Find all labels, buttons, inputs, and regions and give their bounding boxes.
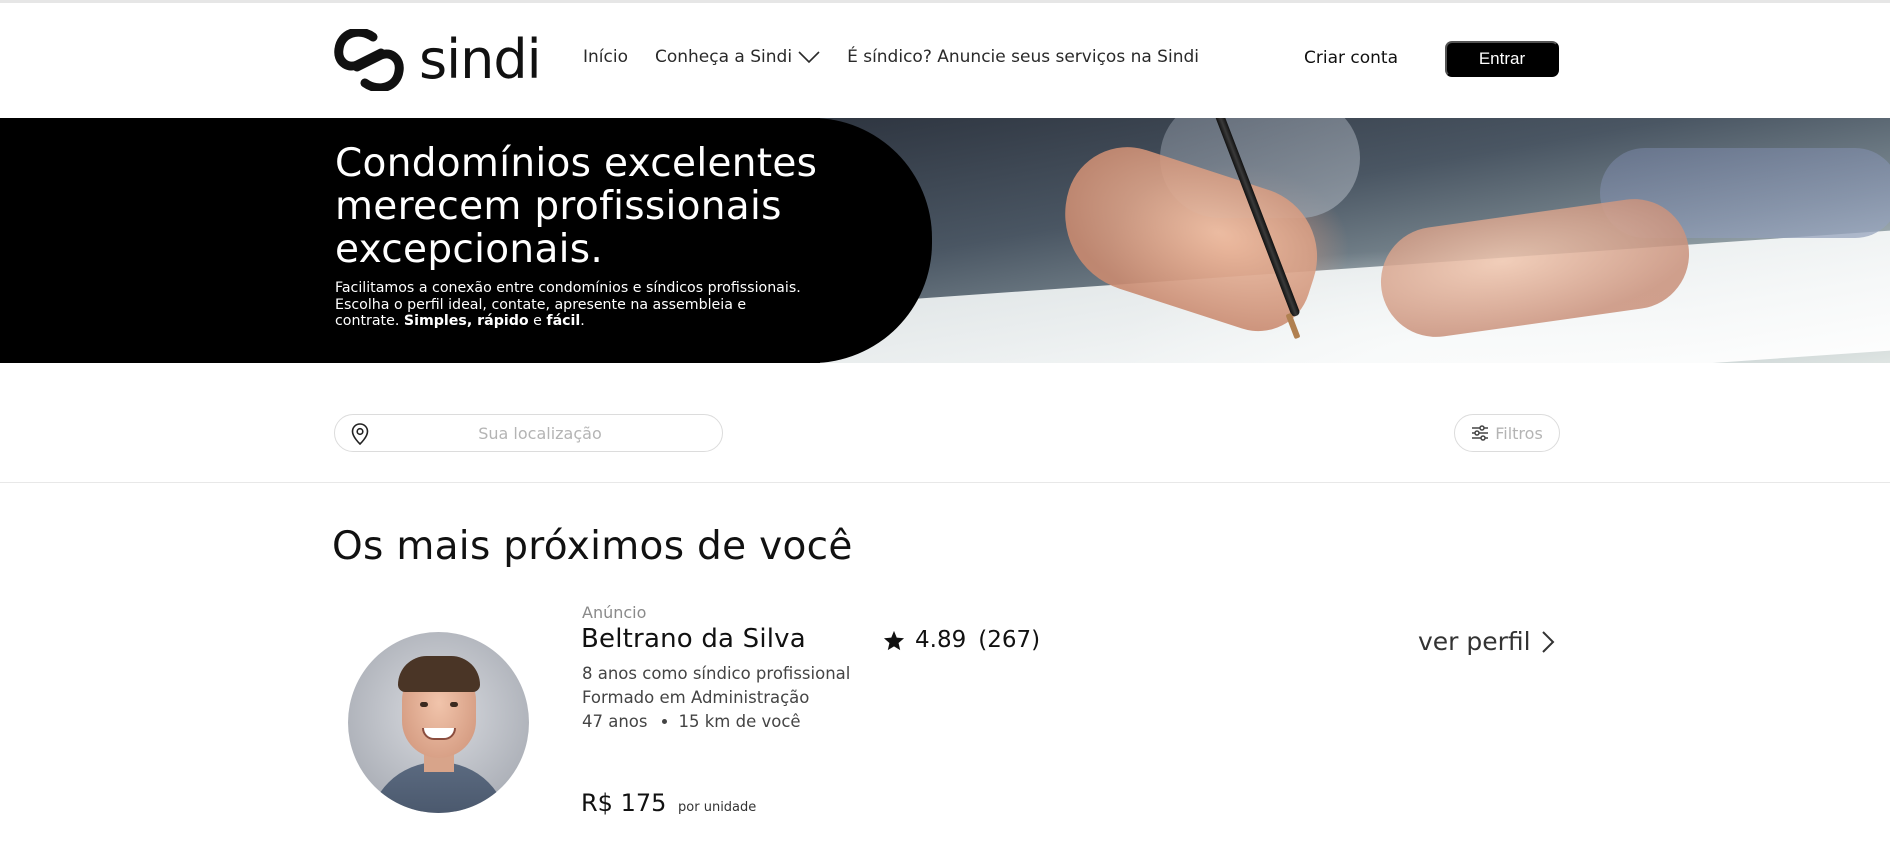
price-unit: por unidade (678, 800, 757, 815)
view-profile-label: ver perfil (1418, 627, 1531, 656)
hero-image-hands-signing (820, 118, 1890, 363)
chevron-right-icon (1541, 630, 1555, 653)
age-distance-row: 47 anos 15 km de você (582, 712, 801, 731)
star-icon (883, 630, 905, 650)
location-input[interactable] (375, 421, 705, 445)
distance-text: 15 km de você (678, 712, 801, 731)
age-text: 47 anos (582, 712, 648, 731)
view-profile-link[interactable]: ver perfil (1418, 627, 1555, 656)
location-pin-icon (351, 423, 369, 445)
education-text: Formado em Administração (582, 688, 810, 707)
nav-conheca-label: Conheça a Sindi (654, 47, 793, 67)
filters-label: Filtros (1495, 423, 1543, 443)
ad-tag: Anúncio (582, 603, 647, 622)
sindi-logo-icon (334, 29, 404, 91)
filters-button[interactable]: Filtros (1454, 414, 1560, 452)
hero-title: Condomínios excelentes merecem profissio… (335, 141, 818, 272)
rating-value: 4.89 (915, 627, 967, 653)
price-value: R$ 175 (581, 789, 667, 817)
separator-dot (661, 718, 667, 724)
nav-conheca-dropdown[interactable]: Conheça a Sindi (655, 47, 820, 67)
hero-subtitle: Facilitamos a conexão entre condomínios … (335, 280, 801, 329)
experience-text: 8 anos como síndico profissional (582, 664, 851, 683)
profile-avatar[interactable] (348, 632, 529, 813)
brand-name: sindi (419, 28, 542, 91)
review-count: (267) (978, 627, 1041, 653)
section-title: Os mais próximos de você (332, 524, 853, 569)
price: R$ 175 por unidade (581, 789, 756, 817)
rating: 4.89 (267) (883, 627, 1040, 653)
create-account-link[interactable]: Criar conta (1304, 48, 1398, 68)
section-divider (0, 482, 1890, 483)
main-nav: Início Conheça a Sindi É síndico? Anunci… (583, 47, 1199, 67)
location-search[interactable] (334, 414, 723, 452)
site-header: sindi Início Conheça a Sindi É síndico? … (0, 0, 1890, 118)
chevron-down-icon (798, 51, 820, 64)
sliders-icon (1472, 425, 1489, 441)
login-button[interactable]: Entrar (1445, 41, 1559, 77)
nav-anuncie[interactable]: É síndico? Anuncie seus serviços na Sind… (847, 47, 1199, 67)
hero-banner: Condomínios excelentes merecem profissio… (0, 118, 1890, 363)
professional-name[interactable]: Beltrano da Silva (581, 624, 806, 654)
nav-inicio[interactable]: Início (583, 47, 628, 67)
brand-logo[interactable]: sindi (333, 28, 542, 91)
